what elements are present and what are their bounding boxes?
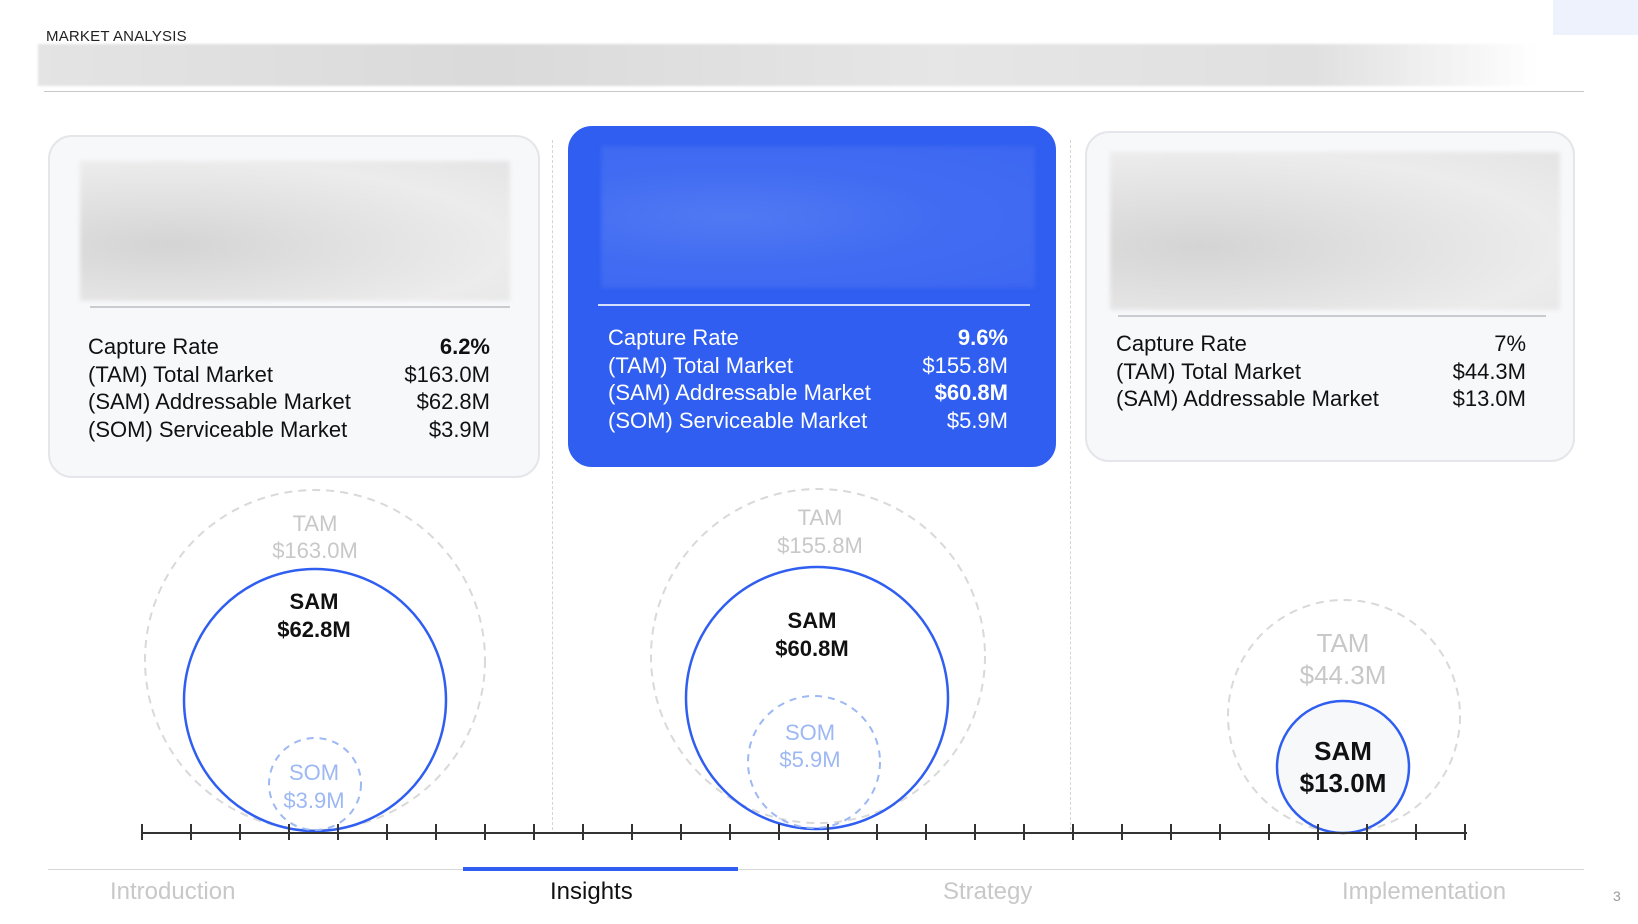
sam-label: SAM: [290, 589, 339, 614]
market-circles-1: TAM $163.0M SAM $62.8M SOM $3.9M: [144, 489, 486, 833]
timeline-tick: [1170, 824, 1172, 840]
timeline-tick: [582, 824, 584, 840]
page-number: 3: [1613, 888, 1621, 904]
timeline-tick: [876, 824, 878, 840]
market-circles-2: TAM $155.8M SAM $60.8M SOM $5.9M: [650, 488, 986, 831]
tam-label: TAM: [293, 511, 338, 536]
som-label: SOM: [785, 720, 835, 745]
timeline-tick: [631, 824, 633, 840]
timeline-tick: [1415, 824, 1417, 840]
sam-label: SAM: [788, 608, 837, 633]
som-value: $3.9M: [283, 788, 344, 813]
timeline-tick: [1464, 824, 1466, 840]
timeline-tick: [190, 824, 192, 840]
timeline-tick: [435, 824, 437, 840]
timeline-tick: [386, 824, 388, 840]
nav-active-indicator: [463, 867, 738, 871]
tam-label: TAM: [1317, 628, 1370, 658]
timeline-tick: [1219, 824, 1221, 840]
sam-circle: [1275, 699, 1411, 835]
timeline-tick: [239, 824, 241, 840]
sam-label: SAM: [1314, 736, 1372, 766]
timeline-tick: [974, 824, 976, 840]
nav-tab-insights[interactable]: Insights: [550, 878, 633, 906]
sam-value: $60.8M: [775, 636, 848, 661]
tam-value: $155.8M: [777, 533, 863, 558]
timeline-tick: [1121, 824, 1123, 840]
sam-value: $13.0M: [1300, 768, 1387, 798]
sam-value: $62.8M: [277, 617, 350, 642]
timeline-tick: [337, 824, 339, 840]
timeline-tick: [484, 824, 486, 840]
timeline-tick: [680, 824, 682, 840]
tam-label: TAM: [798, 505, 843, 530]
timeline-tick: [288, 824, 290, 840]
timeline-tick: [1023, 824, 1025, 840]
timeline-tick: [533, 824, 535, 840]
sam-circle: [684, 565, 950, 831]
timeline-tick: [1072, 824, 1074, 840]
nav-tab-strategy[interactable]: Strategy: [943, 878, 1032, 906]
timeline-tick: [1366, 824, 1368, 840]
som-value: $5.9M: [779, 747, 840, 772]
timeline-tick: [1317, 824, 1319, 840]
market-circles: TAM $163.0M SAM $62.8M SOM $3.9M TAM $15…: [144, 488, 1461, 835]
timeline-tick: [778, 824, 780, 840]
nav-divider: [48, 869, 1584, 870]
timeline-tick: [1268, 824, 1270, 840]
tam-value: $44.3M: [1300, 660, 1387, 690]
nav-tab-introduction[interactable]: Introduction: [110, 878, 235, 906]
timeline-tick: [827, 824, 829, 840]
timeline-tick: [925, 824, 927, 840]
market-circles-3: TAM $44.3M SAM $13.0M: [1227, 599, 1461, 835]
tam-value: $163.0M: [272, 538, 358, 563]
timeline-tick: [729, 824, 731, 840]
som-label: SOM: [289, 760, 339, 785]
nav-tab-implementation[interactable]: Implementation: [1342, 878, 1506, 906]
timeline-tick: [141, 824, 143, 840]
